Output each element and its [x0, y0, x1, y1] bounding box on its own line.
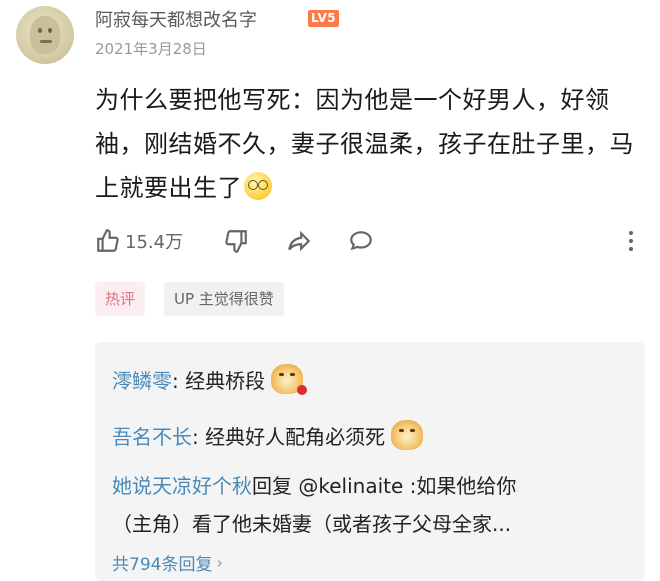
thumbs-down-icon [225, 230, 247, 253]
hot-comment-tag: 热评 [95, 282, 146, 316]
comment-date: 2021年3月28日 [95, 40, 207, 58]
avatar-eye-left [38, 28, 42, 33]
replies-panel: 澪鳞零 : 经典桥段 吾名不长 : 经典好人配角必须死 她说天凉好个秋 回复 @… [95, 342, 645, 581]
chevron-right-icon: › [216, 553, 223, 572]
reply-item[interactable]: 澪鳞零 : 经典桥段 [112, 364, 308, 395]
share-button[interactable] [285, 224, 313, 258]
comment-body: 为什么要把他写死：因为他是一个好男人，好领袖，刚结婚不久，妻子很温柔，孩子在肚子… [95, 78, 635, 210]
smiling-emoji-icon [244, 172, 272, 200]
comment-text: 为什么要把他写死：因为他是一个好男人，好领袖，刚结婚不久，妻子很温柔，孩子在肚子… [95, 86, 634, 202]
avatar-face [30, 16, 60, 54]
username[interactable]: 阿寂每天都想改名字 [95, 6, 257, 32]
rose-icon [297, 385, 308, 395]
reply-button[interactable] [347, 224, 375, 258]
share-icon [288, 230, 311, 252]
avatar-eye-right [48, 28, 52, 33]
reply-item-continued[interactable]: （主角）看了他未婚妻（或者孩子父母全家... [112, 508, 511, 537]
reply-username[interactable]: 吾名不长 [112, 421, 192, 450]
doge-emoji-icon [391, 420, 424, 450]
reply-text: 回复 @kelinaite :如果他给你 [252, 474, 517, 498]
reply-bubble-icon [350, 231, 372, 251]
more-options-button[interactable] [625, 224, 637, 258]
thumbs-up-icon [97, 229, 119, 252]
view-all-replies-link[interactable]: 共794条回复 › [112, 550, 223, 575]
reply-text-continued: （主角）看了他未婚妻（或者孩子父母全家... [112, 512, 512, 536]
dislike-button[interactable] [223, 224, 249, 258]
like-count: 15.4万 [125, 232, 184, 253]
like-button[interactable]: 15.4万 [95, 224, 183, 258]
level-badge: LV5 [308, 10, 340, 27]
reply-username[interactable]: 澪鳞零 [112, 365, 172, 394]
reply-total-count: 共794条回复 [112, 555, 213, 575]
reply-text: : 经典桥段 [172, 368, 266, 393]
doge-rose-emoji-icon [271, 364, 308, 395]
reply-text: : 经典好人配角必须死 [192, 424, 386, 449]
reply-username[interactable]: 她说天凉好个秋 [112, 470, 252, 499]
reply-item[interactable]: 她说天凉好个秋 回复 @kelinaite :如果他给你 [112, 470, 516, 499]
more-vertical-icon [629, 231, 633, 251]
reply-item[interactable]: 吾名不长 : 经典好人配角必须死 [112, 420, 424, 450]
avatar-mouth [40, 40, 52, 43]
up-liked-tag: UP 主觉得很赞 [164, 282, 284, 316]
comment-actions-bar: 15.4万 [95, 224, 640, 258]
user-avatar[interactable] [16, 6, 74, 64]
